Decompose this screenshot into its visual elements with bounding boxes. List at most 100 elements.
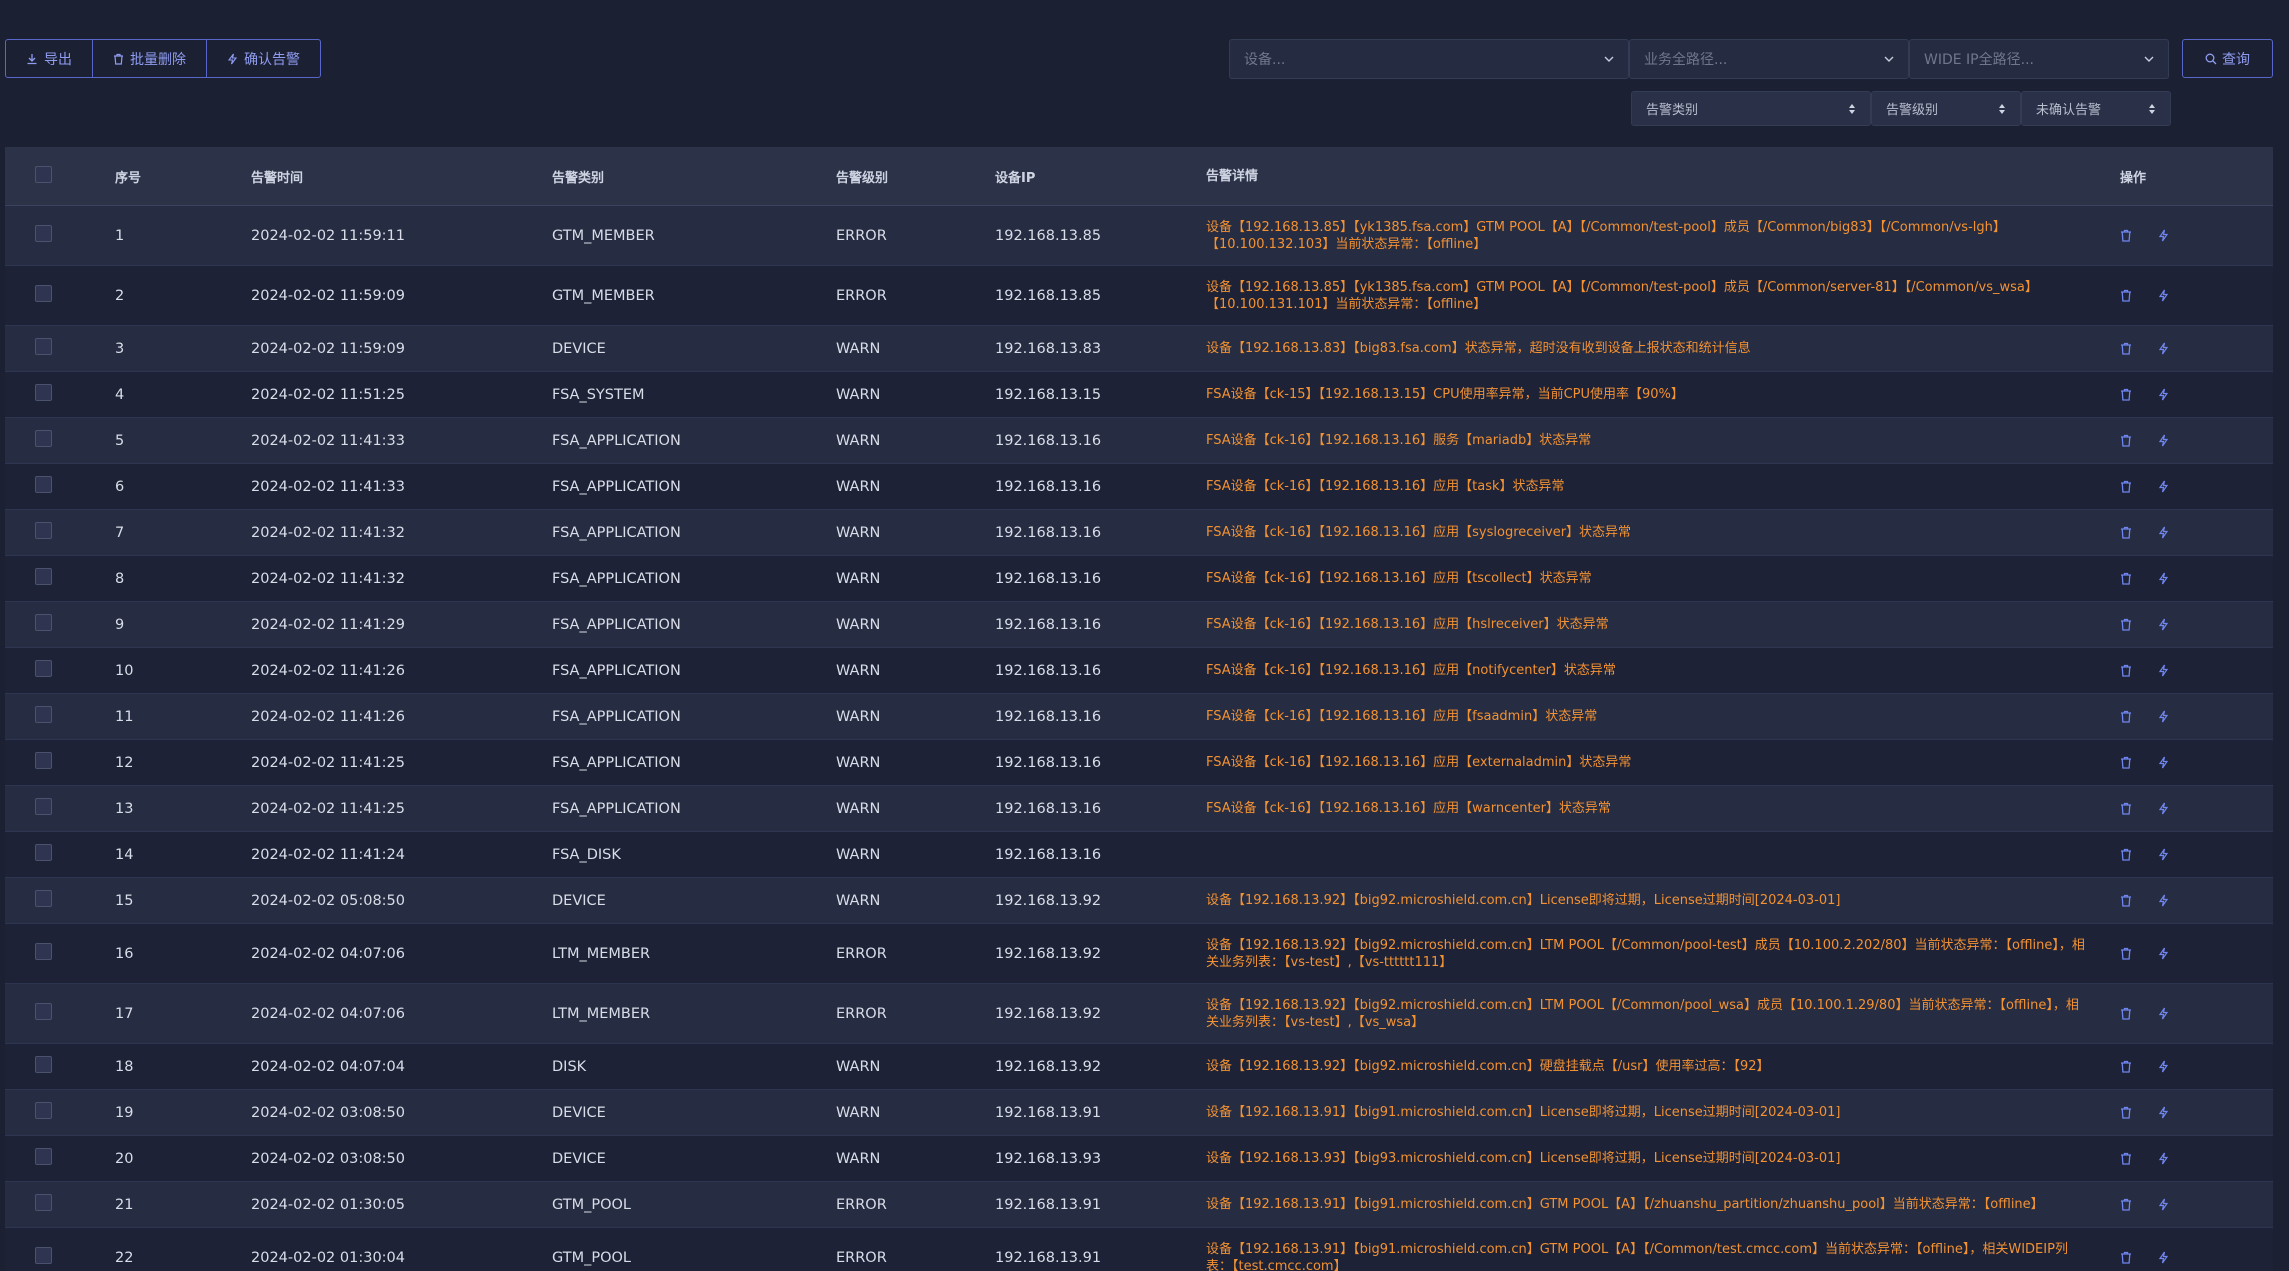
delete-row-icon[interactable] — [2120, 572, 2134, 586]
confirm-row-icon[interactable] — [2158, 1060, 2172, 1074]
confirm-row-icon[interactable] — [2158, 342, 2172, 356]
delete-row-icon[interactable] — [2120, 526, 2134, 540]
confirm-row-icon[interactable] — [2158, 1106, 2172, 1120]
table-row[interactable]: 14 2024-02-02 11:41:24 FSA_DISK WARN 192.168… — [5, 832, 2273, 878]
table-row[interactable]: 16 2024-02-02 04:07:06 LTM_MEMBER ERROR 192.… — [5, 924, 2273, 984]
row-checkbox[interactable] — [35, 660, 52, 677]
table-row[interactable]: 19 2024-02-02 03:08:50 DEVICE WARN 192.168.1… — [5, 1090, 2273, 1136]
table-row[interactable]: 9 2024-02-02 11:41:29 FSA_APPLICATION WARN 1… — [5, 602, 2273, 648]
delete-row-icon[interactable] — [2120, 802, 2134, 816]
confirm-row-icon[interactable] — [2158, 572, 2172, 586]
delete-row-icon[interactable] — [2120, 664, 2134, 678]
confirm-row-icon[interactable] — [2158, 480, 2172, 494]
row-checkbox[interactable] — [35, 614, 52, 631]
row-checkbox[interactable] — [35, 384, 52, 401]
business-path-select[interactable]: 业务全路径... — [1629, 39, 1909, 79]
device-select[interactable]: 设备... — [1229, 39, 1629, 79]
row-level: WARN — [836, 478, 881, 495]
confirm-row-icon[interactable] — [2158, 388, 2172, 402]
delete-row-icon[interactable] — [2120, 1060, 2134, 1074]
confirm-row-icon[interactable] — [2158, 894, 2172, 908]
delete-row-icon[interactable] — [2120, 388, 2134, 402]
delete-row-icon[interactable] — [2120, 1152, 2134, 1166]
delete-row-icon[interactable] — [2120, 618, 2134, 632]
row-checkbox[interactable] — [35, 1247, 52, 1264]
row-checkbox[interactable] — [35, 522, 52, 539]
row-checkbox[interactable] — [35, 943, 52, 960]
confirm-status-select[interactable]: 未确认告警 — [2021, 91, 2171, 126]
row-checkbox[interactable] — [35, 1194, 52, 1211]
query-button[interactable]: 查询 — [2182, 39, 2273, 78]
delete-row-icon[interactable] — [2120, 1106, 2134, 1120]
table-row[interactable]: 17 2024-02-02 04:07:06 LTM_MEMBER ERROR 192.… — [5, 984, 2273, 1044]
table-row[interactable]: 13 2024-02-02 11:41:25 FSA_APPLICATION WARN… — [5, 786, 2273, 832]
delete-row-icon[interactable] — [2120, 947, 2134, 961]
row-checkbox[interactable] — [35, 568, 52, 585]
delete-row-icon[interactable] — [2120, 1198, 2134, 1212]
row-checkbox[interactable] — [35, 1056, 52, 1073]
confirm-row-icon[interactable] — [2158, 289, 2172, 303]
confirm-row-icon[interactable] — [2158, 1251, 2172, 1265]
confirm-row-icon[interactable] — [2158, 618, 2172, 632]
alarm-level-select[interactable]: 告警级别 — [1871, 91, 2021, 126]
export-button[interactable]: 导出 — [6, 40, 93, 77]
table-row[interactable]: 21 2024-02-02 01:30:05 GTM_POOL ERROR 192.16… — [5, 1182, 2273, 1228]
row-checkbox[interactable] — [35, 1148, 52, 1165]
table-row[interactable]: 10 2024-02-02 11:41:26 FSA_APPLICATION WARN… — [5, 648, 2273, 694]
select-all-checkbox[interactable] — [35, 165, 52, 183]
table-row[interactable]: 5 2024-02-02 11:41:33 FSA_APPLICATION WARN 1… — [5, 418, 2273, 464]
confirm-row-icon[interactable] — [2158, 526, 2172, 540]
wideip-select[interactable]: WIDE IP全路径... — [1909, 39, 2169, 79]
table-row[interactable]: 3 2024-02-02 11:59:09 DEVICE WARN 192.168.13… — [5, 326, 2273, 372]
confirm-row-icon[interactable] — [2158, 229, 2172, 243]
row-checkbox[interactable] — [35, 476, 52, 493]
confirm-alarm-button[interactable]: 确认告警 — [207, 40, 320, 77]
confirm-row-icon[interactable] — [2158, 848, 2172, 862]
row-checkbox[interactable] — [35, 430, 52, 447]
confirm-row-icon[interactable] — [2158, 664, 2172, 678]
table-row[interactable]: 6 2024-02-02 11:41:33 FSA_APPLICATION WARN 1… — [5, 464, 2273, 510]
confirm-row-icon[interactable] — [2158, 1152, 2172, 1166]
delete-row-icon[interactable] — [2120, 480, 2134, 494]
table-row[interactable]: 4 2024-02-02 11:51:25 FSA_SYSTEM WARN 192.16… — [5, 372, 2273, 418]
row-checkbox[interactable] — [35, 1102, 52, 1119]
table-row[interactable]: 7 2024-02-02 11:41:32 FSA_APPLICATION WARN 1… — [5, 510, 2273, 556]
confirm-row-icon[interactable] — [2158, 1198, 2172, 1212]
row-checkbox[interactable] — [35, 706, 52, 723]
delete-row-icon[interactable] — [2120, 848, 2134, 862]
delete-row-icon[interactable] — [2120, 229, 2134, 243]
delete-row-icon[interactable] — [2120, 1251, 2134, 1265]
alarm-type-select[interactable]: 告警类别 — [1631, 91, 1871, 126]
delete-row-icon[interactable] — [2120, 710, 2134, 724]
confirm-row-icon[interactable] — [2158, 756, 2172, 770]
table-row[interactable]: 11 2024-02-02 11:41:26 FSA_APPLICATION WARN… — [5, 694, 2273, 740]
table-row[interactable]: 18 2024-02-02 04:07:04 DISK WARN 192.168.13.… — [5, 1044, 2273, 1090]
row-checkbox[interactable] — [35, 844, 52, 861]
confirm-row-icon[interactable] — [2158, 802, 2172, 816]
delete-row-icon[interactable] — [2120, 289, 2134, 303]
row-checkbox[interactable] — [35, 285, 52, 302]
row-checkbox[interactable] — [35, 1003, 52, 1020]
table-row[interactable]: 2 2024-02-02 11:59:09 GTM_MEMBER ERROR 192.1… — [5, 266, 2273, 326]
batch-delete-button[interactable]: 批量删除 — [93, 40, 207, 77]
table-row[interactable]: 22 2024-02-02 01:30:04 GTM_POOL ERROR 192.16… — [5, 1228, 2273, 1271]
confirm-row-icon[interactable] — [2158, 434, 2172, 448]
table-row[interactable]: 8 2024-02-02 11:41:32 FSA_APPLICATION WARN 1… — [5, 556, 2273, 602]
delete-row-icon[interactable] — [2120, 1007, 2134, 1021]
confirm-row-icon[interactable] — [2158, 710, 2172, 724]
delete-row-icon[interactable] — [2120, 342, 2134, 356]
row-checkbox[interactable] — [35, 752, 52, 769]
table-row[interactable]: 12 2024-02-02 11:41:25 FSA_APPLICATION WARN… — [5, 740, 2273, 786]
row-checkbox[interactable] — [35, 890, 52, 907]
table-row[interactable]: 20 2024-02-02 03:08:50 DEVICE WARN 192.168.1… — [5, 1136, 2273, 1182]
confirm-row-icon[interactable] — [2158, 947, 2172, 961]
delete-row-icon[interactable] — [2120, 756, 2134, 770]
table-row[interactable]: 15 2024-02-02 05:08:50 DEVICE WARN 192.168.1… — [5, 878, 2273, 924]
delete-row-icon[interactable] — [2120, 894, 2134, 908]
row-checkbox[interactable] — [35, 338, 52, 355]
confirm-row-icon[interactable] — [2158, 1007, 2172, 1021]
table-row[interactable]: 1 2024-02-02 11:59:11 GTM_MEMBER ERROR 192.1… — [5, 206, 2273, 266]
row-checkbox[interactable] — [35, 798, 52, 815]
row-checkbox[interactable] — [35, 225, 52, 242]
delete-row-icon[interactable] — [2120, 434, 2134, 448]
